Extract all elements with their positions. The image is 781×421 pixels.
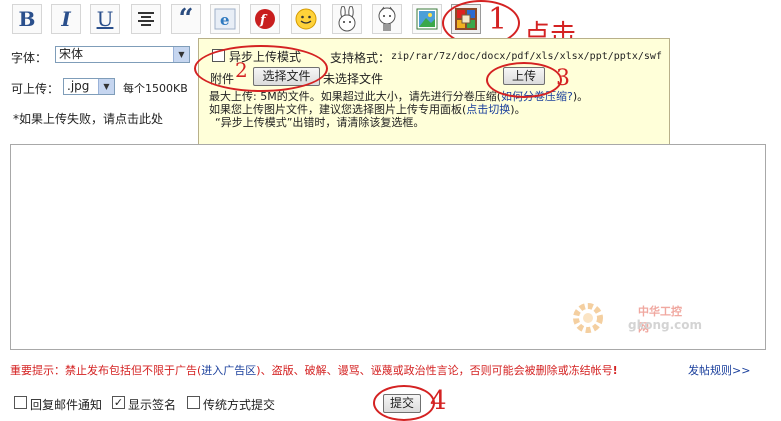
italic-button[interactable]: I [51,4,81,34]
reply-notify-label: 回复邮件通知 [30,398,103,412]
character-icon [378,6,396,31]
annotation-2: 2 [235,58,248,82]
annotation-circle-4 [373,385,435,421]
posting-rules-link[interactable]: 发帖规则>> [688,362,750,378]
upload-fail-link[interactable]: *如果上传失败，请点击此处 [13,110,163,127]
smiley-icon [295,8,317,30]
bold-button[interactable]: B [12,4,42,34]
upload-type-value: .jpg [67,79,90,93]
formats-value: zip/rar/7z/doc/docx/pdf/xls/xlsx/ppt/ppt… [391,51,662,62]
chevron-down-icon: ▼ [98,79,114,94]
annotation-circle-2 [194,45,328,92]
classic-submit-checkbox[interactable] [187,396,200,409]
rabbit-button[interactable] [332,4,362,34]
upload-instructions: 最大上传: 5M的文件。如果超过此大小，请先进行分卷压缩(如何分卷压缩?)。 如… [209,90,664,129]
svg-text:e: e [220,11,230,29]
font-select[interactable]: 宋体 ▼ [55,46,190,63]
font-select-value: 宋体 [59,47,84,61]
switch-panel-link[interactable]: 点击切换 [466,103,510,116]
per-file-size: 每个1500KB [123,82,188,95]
chevron-down-icon: ▼ [173,47,189,62]
ad-zone-link[interactable]: 进入广告区 [201,364,256,377]
align-button[interactable] [131,4,161,34]
upload-types-label: 可上传： [11,82,60,96]
align-icon [138,12,154,26]
font-label: 字体： [11,51,48,65]
image-button[interactable] [412,4,442,34]
instruction-line-3: “异步上传模式”出错时，请清除该复选框。 [215,116,425,129]
bold-icon: B [18,7,36,31]
instruction-line-2: 如果您上传图片文件，建议您选择图片上传专用面板(点击切换)。 [209,103,526,116]
gkong-watermark: 中华工控网 gkong.com [568,298,702,338]
flash-button[interactable]: f [250,4,280,34]
classic-submit-label: 传统方式提交 [203,398,276,412]
character-button[interactable] [372,4,402,34]
checkmark-icon: ✓ [113,396,124,409]
show-signature-checkbox[interactable]: ✓ [112,396,125,409]
quote-icon: “ [178,4,194,34]
italic-icon: I [61,7,71,31]
rabbit-icon [338,6,356,32]
flash-icon: f [255,9,275,29]
gear-icon [573,303,603,333]
underline-button[interactable]: U [90,4,120,34]
quote-button[interactable]: “ [171,4,201,34]
underline-icon: U [96,7,114,31]
ie-icon: e [214,8,236,30]
annotation-circle-3 [486,62,562,98]
instruction-line-1: 最大上传: 5M的文件。如果超过此大小，请先进行分卷压缩(如何分卷压缩?)。 [209,90,589,103]
no-file-chosen: 未选择文件 [323,72,384,86]
smiley-button[interactable] [291,4,321,34]
upload-type-select[interactable]: .jpg ▼ [63,78,115,95]
annotation-4: 4 [430,386,447,416]
ie-button[interactable]: e [210,4,240,34]
annotation-1: 1 [488,2,508,37]
formats-label: 支持格式： [330,51,391,65]
reply-notify-checkbox[interactable] [14,396,27,409]
annotation-3: 3 [556,66,570,91]
show-signature-label: 显示签名 [128,398,177,412]
image-icon [416,8,438,30]
watermark-domain: gkong.com [628,318,703,332]
notice-label: 重要提示： [10,364,65,377]
posting-notice: 重要提示：禁止发布包括但不限于广告(进入广告区)、盗版、破解、谩骂、诬蔑或政治性… [10,364,618,377]
